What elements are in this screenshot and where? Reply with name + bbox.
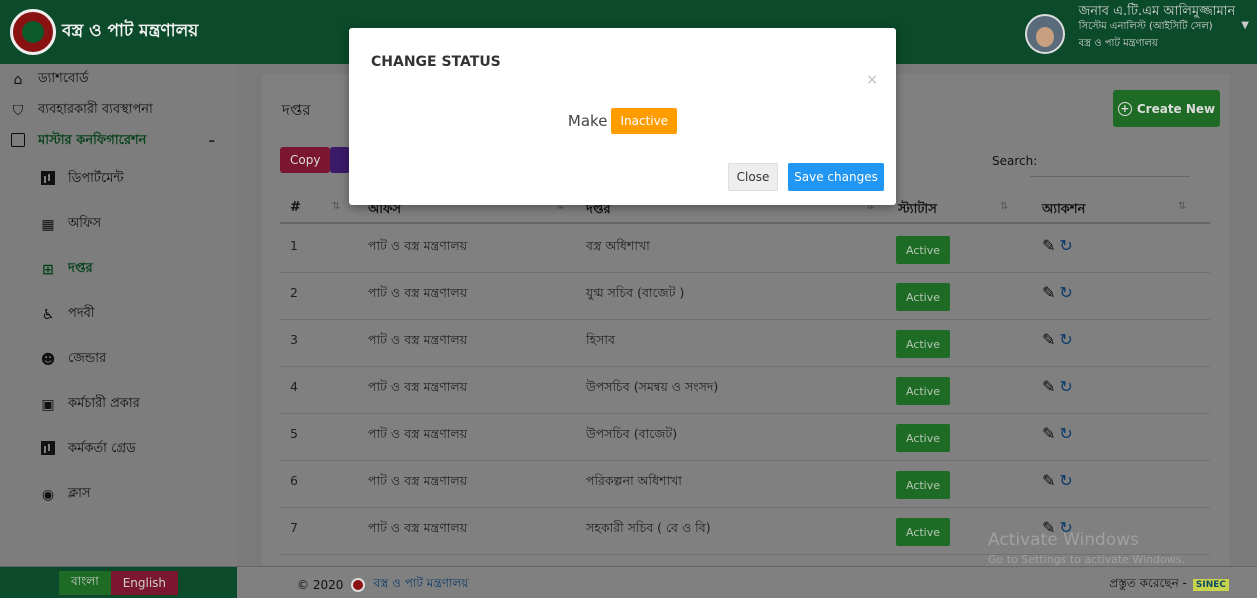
sidebar-item-daptar[interactable]: ⊞ দপ্তর: [0, 247, 237, 292]
table-row: 2 পাট ও বস্ত্র মন্ত্রণালয় যুগ্ম সচিব (ব…: [280, 273, 1210, 320]
shield-icon: ⛉: [12, 102, 24, 119]
table-row: 4 পাট ও বস্ত্র মন্ত্রণালয় উপসচিব (সমন্ব…: [280, 367, 1210, 414]
sidebar-item-master-config[interactable]: মাস্টার কনফিগারেশন –: [0, 126, 237, 157]
user-circle-icon: ◉: [41, 486, 55, 503]
windows-activation-watermark: Activate Windows Go to Settings to activ…: [988, 530, 1186, 566]
inactive-status-button[interactable]: Inactive: [611, 108, 678, 134]
chevron-down-icon[interactable]: ▼: [1241, 20, 1249, 31]
refresh-icon[interactable]: ↻: [1059, 471, 1072, 490]
lang-english-button[interactable]: English: [110, 571, 179, 595]
sort-icon[interactable]: ⇅: [1178, 201, 1186, 212]
table-row: 6 পাট ও বস্ত্র মন্ত্রণালয় পরিকল্পনা অধি…: [280, 461, 1210, 508]
sinec-logo[interactable]: SINEC: [1192, 579, 1229, 591]
status-badge[interactable]: Active: [896, 236, 950, 264]
lang-bangla-button[interactable]: বাংলা: [58, 571, 111, 595]
sidebar-item-office[interactable]: ▦ অফিস: [0, 202, 237, 247]
make-label: Make: [567, 112, 608, 130]
table-row: 1 পাট ও বস্ত্র মন্ত্রণালয় বস্ত্র অধিশাখ…: [280, 226, 1210, 273]
footer: বাংলা English © 2020 বস্ত্র ও পাট মন্ত্র…: [0, 566, 1257, 598]
brand[interactable]: বস্ত্র ও পাট মন্ত্রণালয়: [0, 0, 237, 64]
user-name: জনাব এ.টি.এম আলিমুজ্জামান: [1078, 4, 1236, 19]
footer-org-link[interactable]: বস্ত্র ও পাট মন্ত্রণালয়: [373, 575, 468, 595]
col-header-action[interactable]: অ্যাকশন: [1042, 200, 1085, 221]
users-icon: ☻: [40, 351, 56, 368]
credit: প্রস্তুত করেছেন - SINEC: [1109, 575, 1229, 595]
table-row: 5 পাট ও বস্ত্র মন্ত্রণালয় উপসচিব (বাজেট…: [280, 414, 1210, 461]
sidebar-item-class[interactable]: ◉ ক্লাস: [0, 472, 237, 517]
sidebar-item-department[interactable]: ডিপার্টমেন্ট: [0, 157, 237, 202]
sidebar-item-designation[interactable]: ♿ পদবী: [0, 292, 237, 337]
edit-icon[interactable]: ✎: [1042, 377, 1055, 396]
language-switcher: বাংলা English: [0, 567, 237, 598]
csv-button[interactable]: [330, 147, 350, 173]
sidebar-item-user-management[interactable]: ⛉ ব্যবহারকারী ব্যবস্থাপনা: [0, 95, 237, 126]
sidebar-item-employee-type[interactable]: ▣ কর্মচারী প্রকার: [0, 382, 237, 427]
refresh-icon[interactable]: ↻: [1059, 424, 1072, 443]
status-badge[interactable]: Active: [896, 471, 950, 499]
page-title: দপ্তর: [282, 101, 311, 119]
badge-icon: ▣: [41, 396, 55, 413]
avatar: [1024, 14, 1065, 54]
sort-icon[interactable]: ⇅: [332, 201, 340, 212]
col-header-status[interactable]: স্ট্যাটাস: [898, 200, 937, 221]
edit-icon[interactable]: ✎: [1042, 471, 1055, 490]
copy-button[interactable]: Copy: [280, 147, 331, 173]
modal-body: Make Inactive: [349, 108, 896, 134]
grid-icon: ⊞: [42, 261, 54, 278]
edit-icon[interactable]: ✎: [1042, 424, 1055, 443]
status-badge[interactable]: Active: [896, 424, 950, 452]
user-role: সিস্টেম এনালিস্ট (আইসিটি সেল): [1078, 21, 1213, 32]
status-badge[interactable]: Active: [896, 283, 950, 311]
refresh-icon[interactable]: ↻: [1059, 283, 1072, 302]
refresh-icon[interactable]: ↻: [1059, 236, 1072, 255]
chart-icon: [40, 440, 56, 459]
col-header-number[interactable]: #: [290, 200, 301, 215]
box-icon: [10, 132, 26, 151]
status-badge[interactable]: Active: [896, 377, 950, 405]
collapse-icon[interactable]: –: [209, 134, 216, 149]
change-status-modal: CHANGE STATUS × Make Inactive Close Save…: [349, 28, 896, 205]
save-changes-button[interactable]: Save changes: [788, 163, 884, 191]
close-icon[interactable]: ×: [866, 72, 878, 88]
sidebar-item-gender[interactable]: ☻ জেন্ডার: [0, 337, 237, 382]
modal-title: CHANGE STATUS: [371, 54, 501, 70]
chart-icon: [40, 170, 56, 189]
refresh-icon[interactable]: ↻: [1059, 330, 1072, 349]
edit-icon[interactable]: ✎: [1042, 236, 1055, 255]
create-new-button[interactable]: + Create New: [1113, 90, 1220, 127]
edit-icon[interactable]: ✎: [1042, 283, 1055, 302]
sidebar: ⌂ ড্যাশবোর্ড ⛉ ব্যবহারকারী ব্যবস্থাপনা ম…: [0, 64, 237, 566]
user-menu[interactable]: জনাব এ.টি.এম আলিমুজ্জামান সিস্টেম এনালিস…: [1024, 4, 1249, 54]
ministry-logo-icon: [351, 578, 366, 592]
copyright: © 2020 বস্ত্র ও পাট মন্ত্রণালয়: [297, 575, 468, 595]
sidebar-item-dashboard[interactable]: ⌂ ড্যাশবোর্ড: [0, 64, 237, 95]
plus-circle-icon: +: [1117, 101, 1132, 116]
brand-title: বস্ত্র ও পাট মন্ত্রণালয়: [62, 21, 199, 41]
sidebar-item-officer-grade[interactable]: কর্মকর্তা গ্রেড: [0, 427, 237, 472]
ministry-logo-icon: [10, 9, 56, 55]
refresh-icon[interactable]: ↻: [1059, 377, 1072, 396]
home-icon: ⌂: [13, 71, 23, 88]
edit-icon[interactable]: ✎: [1042, 330, 1055, 349]
accessible-icon: ♿: [41, 306, 55, 323]
sort-icon[interactable]: ⇅: [1000, 201, 1008, 212]
status-badge[interactable]: Active: [896, 518, 950, 546]
status-badge[interactable]: Active: [896, 330, 950, 358]
close-button[interactable]: Close: [728, 163, 778, 191]
table-row: 3 পাট ও বস্ত্র মন্ত্রণালয় হিসাব Active …: [280, 320, 1210, 367]
search-input[interactable]: [1030, 147, 1190, 177]
building-icon: ▦: [41, 216, 55, 233]
user-org: বস্ত্র ও পাট মন্ত্রণালয়: [1078, 38, 1158, 49]
